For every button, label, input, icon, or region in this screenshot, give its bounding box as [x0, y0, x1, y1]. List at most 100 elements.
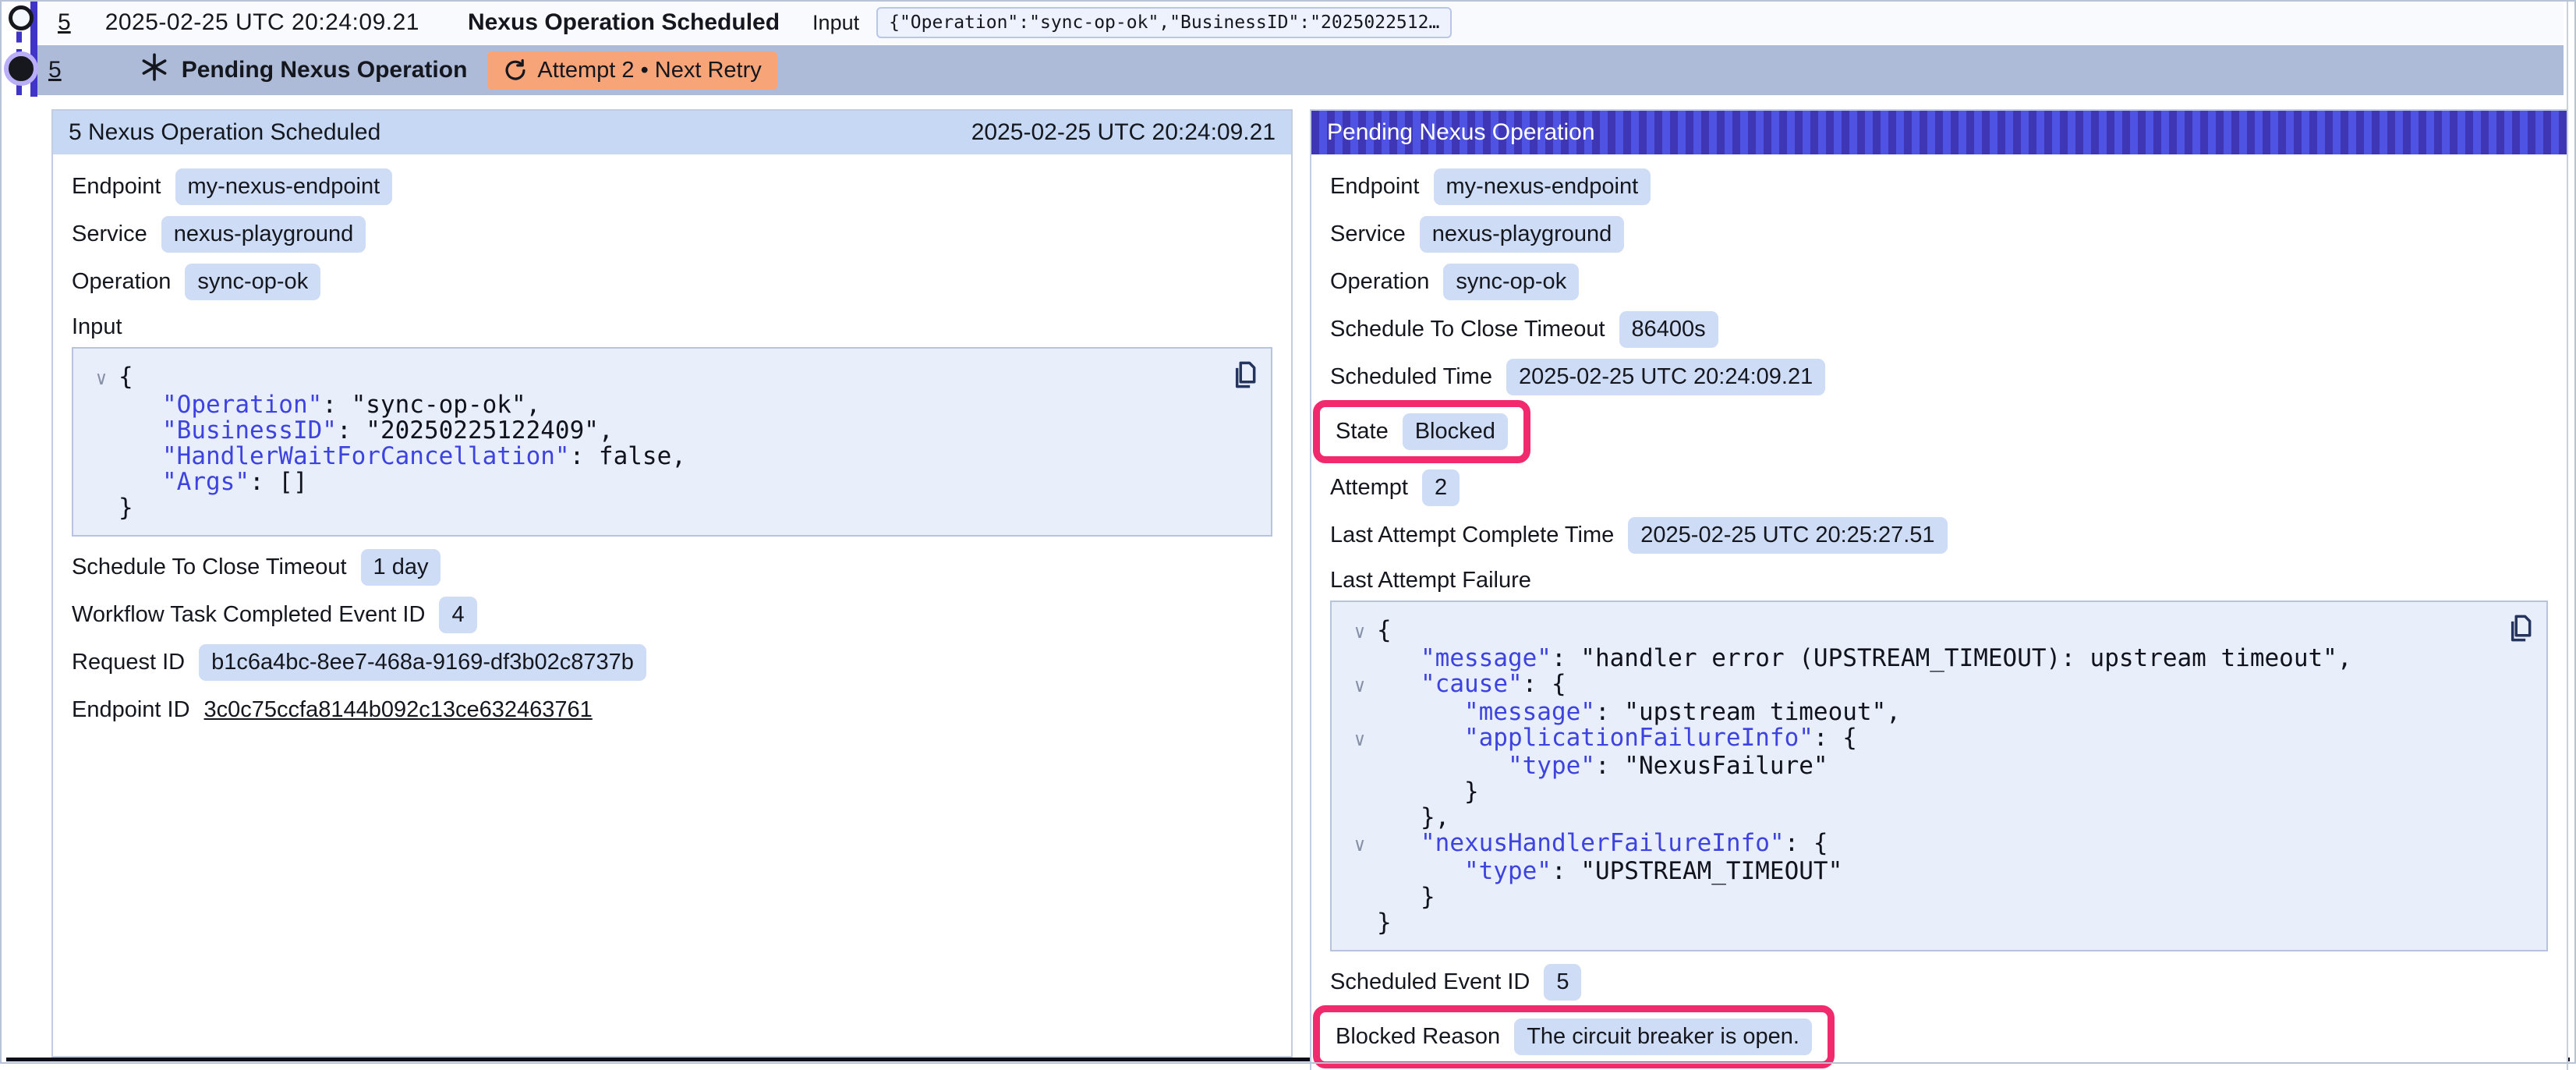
- field-attempt: Attempt 2: [1330, 469, 2548, 505]
- field-label: Schedule To Close Timeout: [72, 554, 347, 580]
- field-value-badge: 1 day: [361, 549, 441, 586]
- field-value-badge: nexus-playground: [161, 216, 366, 253]
- right-edge-divider: [2567, 0, 2568, 1064]
- field-label: Endpoint: [72, 174, 161, 200]
- asterisk-pending-icon: [140, 52, 169, 88]
- retry-badge-text: Attempt 2 • Next Retry: [537, 58, 761, 83]
- code-gutter: [1343, 700, 1377, 725]
- retry-icon: [503, 58, 528, 83]
- copy-button[interactable]: [1226, 358, 1260, 392]
- field-endpoint: Endpoint my-nexus-endpoint: [1330, 168, 2548, 204]
- annotation-highlight-state: State Blocked: [1313, 400, 1530, 463]
- field-schedule-to-close-timeout: Schedule To Close Timeout 86400s: [1330, 311, 2548, 347]
- field-value-badge: my-nexus-endpoint: [175, 168, 393, 205]
- field-label: Last Attempt Complete Time: [1330, 523, 1614, 548]
- event-row-nexus-operation-scheduled[interactable]: 5 2025-02-25 UTC 20:24:09.21 Nexus Opera…: [37, 2, 2564, 44]
- field-label: Workflow Task Completed Event ID: [72, 602, 425, 628]
- collapse-chevron-icon[interactable]: ∨: [1343, 618, 1377, 646]
- field-label: Scheduled Time: [1330, 364, 1492, 390]
- event-row-pending-nexus-operation[interactable]: 5 Pending Nexus Operation Attempt 2 • Ne…: [37, 45, 2564, 95]
- code-gutter: [1343, 859, 1377, 884]
- timeline-node-open-icon: [9, 5, 34, 30]
- field-label: Blocked Reason: [1336, 1024, 1500, 1050]
- field-scheduled-time: Scheduled Time 2025-02-25 UTC 20:24:09.2…: [1330, 359, 2548, 395]
- code-line: ∨ "applicationFailureInfo": {: [1343, 725, 2531, 753]
- panel-title: Pending Nexus Operation: [1327, 119, 1595, 146]
- field-value-badge: 2025-02-25 UTC 20:24:09.21: [1506, 359, 1825, 395]
- field-blocked-reason: Blocked Reason The circuit breaker is op…: [1330, 1005, 2548, 1068]
- code-text: "Operation": "sync-op-ok",: [119, 392, 540, 418]
- code-line: }: [1343, 910, 2531, 936]
- copy-button[interactable]: [2501, 611, 2535, 646]
- code-line: ∨ "nexusHandlerFailureInfo": {: [1343, 831, 2531, 859]
- field-service: Service nexus-playground: [1330, 216, 2548, 252]
- collapse-chevron-icon[interactable]: ∨: [84, 364, 119, 392]
- code-gutter: [84, 495, 119, 521]
- code-gutter: [84, 418, 119, 444]
- code-gutter: [1343, 646, 1377, 671]
- code-text: },: [1377, 805, 1449, 831]
- code-gutter: [84, 392, 119, 418]
- code-text: "nexusHandlerFailureInfo": {: [1377, 831, 1828, 859]
- event-name: Nexus Operation Scheduled: [468, 9, 780, 36]
- panel-header-striped: Pending Nexus Operation: [1311, 111, 2567, 154]
- panel-body: Endpoint my-nexus-endpoint Service nexus…: [53, 154, 1291, 728]
- code-line: ∨{: [1343, 618, 2531, 646]
- code-line: "message": "handler error (UPSTREAM_TIME…: [1343, 646, 2531, 671]
- event-id-link[interactable]: 5: [48, 57, 62, 83]
- panel-title: 5 Nexus Operation Scheduled: [69, 119, 380, 146]
- field-service: Service nexus-playground: [72, 216, 1272, 252]
- input-json-preview: {"Operation":"sync-op-ok","BusinessID":"…: [876, 7, 1452, 38]
- retry-status-badge: Attempt 2 • Next Retry: [487, 51, 777, 90]
- field-label: Operation: [1330, 269, 1429, 295]
- field-label: State: [1336, 419, 1389, 445]
- code-text: {: [119, 364, 133, 392]
- field-label: Service: [1330, 221, 1406, 247]
- panel-body: Endpoint my-nexus-endpoint Service nexus…: [1311, 154, 2567, 1068]
- code-line: "type": "NexusFailure": [1343, 753, 2531, 779]
- field-value-badge: 2: [1422, 469, 1460, 506]
- code-text: "BusinessID": "20250225122409",: [119, 418, 614, 444]
- field-scheduled-event-id: Scheduled Event ID 5: [1330, 964, 2548, 1000]
- code-line: }: [1343, 779, 2531, 805]
- code-text: "applicationFailureInfo": {: [1377, 725, 1857, 753]
- code-line: "HandlerWaitForCancellation": false,: [84, 444, 1255, 469]
- code-line: "Operation": "sync-op-ok",: [84, 392, 1255, 418]
- code-gutter: [1343, 753, 1377, 779]
- code-text: {: [1377, 618, 1392, 646]
- field-label: Request ID: [72, 650, 185, 675]
- code-text: "Args": []: [119, 469, 308, 495]
- collapse-chevron-icon[interactable]: ∨: [1343, 831, 1377, 859]
- event-id-link[interactable]: 5: [58, 9, 71, 36]
- code-line: "message": "upstream timeout",: [1343, 700, 2531, 725]
- collapse-chevron-icon[interactable]: ∨: [1343, 725, 1377, 753]
- code-gutter: [1343, 884, 1377, 910]
- field-value-badge: b1c6a4bc-8ee7-468a-9169-df3b02c8737b: [199, 644, 646, 681]
- code-line: }: [84, 495, 1255, 521]
- field-endpoint: Endpoint my-nexus-endpoint: [72, 168, 1272, 204]
- timeline-rail: [0, 0, 44, 98]
- state-badge: Blocked: [1403, 413, 1508, 450]
- code-gutter: [84, 469, 119, 495]
- code-gutter: [1343, 910, 1377, 936]
- field-value-badge: 86400s: [1619, 311, 1718, 348]
- annotation-highlight-blocked-reason: Blocked Reason The circuit breaker is op…: [1313, 1005, 1835, 1068]
- field-value-badge: 5: [1544, 964, 1581, 1001]
- code-line: }: [1343, 884, 2531, 910]
- code-line: "BusinessID": "20250225122409",: [84, 418, 1255, 444]
- panel-header: 5 Nexus Operation Scheduled 2025-02-25 U…: [53, 111, 1291, 154]
- field-value-badge: 4: [439, 597, 476, 633]
- code-text: }: [1377, 884, 1435, 910]
- code-gutter: [1343, 805, 1377, 831]
- code-gutter: [1343, 779, 1377, 805]
- failure-json-viewer: ∨{ "message": "handler error (UPSTREAM_T…: [1330, 601, 2548, 951]
- field-label: Schedule To Close Timeout: [1330, 317, 1605, 342]
- failure-section-label: Last Attempt Failure: [1330, 565, 2548, 596]
- code-text: }: [1377, 779, 1479, 805]
- field-label: Attempt: [1330, 475, 1408, 501]
- input-json-viewer: ∨{ "Operation": "sync-op-ok", "BusinessI…: [72, 347, 1272, 537]
- code-text: "HandlerWaitForCancellation": false,: [119, 444, 686, 469]
- endpoint-id-link[interactable]: 3c0c75ccfa8144b092c13ce632463761: [204, 697, 593, 723]
- input-section-label: Input: [72, 311, 1272, 342]
- collapse-chevron-icon[interactable]: ∨: [1343, 671, 1377, 700]
